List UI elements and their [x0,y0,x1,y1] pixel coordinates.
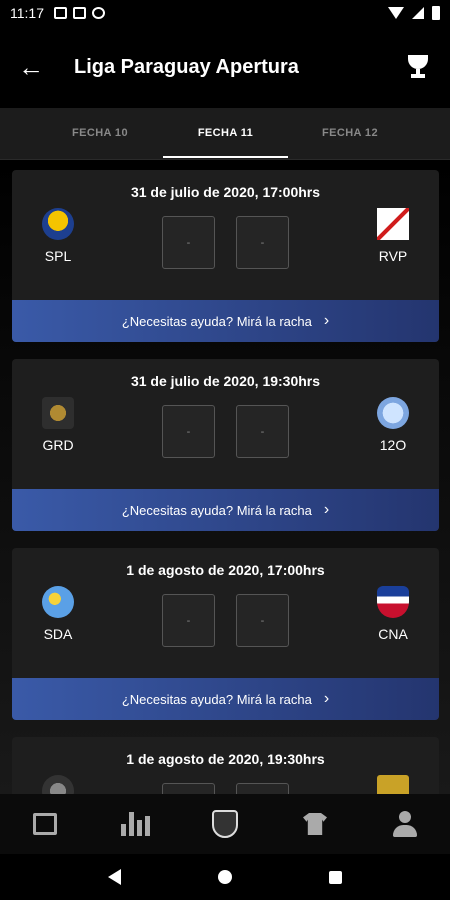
team-crest-icon [42,208,74,240]
team-crest-icon [42,397,74,429]
away-team[interactable]: RVP [363,208,423,264]
tab-label: FECHA 10 [72,127,128,139]
nav-profile[interactable] [385,804,425,844]
help-label: ¿Necesitas ayuda? Mirá la racha [121,691,312,707]
news-icon [33,813,57,835]
status-time: 11:17 [10,5,44,21]
away-score-input[interactable]: - [236,405,289,458]
home-team[interactable] [28,775,88,794]
system-recents-icon[interactable] [328,870,342,884]
nav-prode[interactable] [205,804,245,844]
team-crest-icon [377,208,409,240]
bottom-navigation [0,794,450,854]
match-card[interactable]: 1 de agosto de 2020, 19:30hrs [12,737,439,794]
team-abbr: 12O [379,437,407,453]
match-card[interactable]: 31 de julio de 2020, 19:30hrs GRD - - 12… [12,359,439,531]
home-score-input[interactable] [162,783,215,794]
stats-icon [120,812,150,836]
streak-help-button[interactable]: ¿Necesitas ayuda? Mirá la racha › [12,300,439,342]
match-date: 1 de agosto de 2020, 19:30hrs [126,751,325,767]
match-card[interactable]: 1 de agosto de 2020, 17:00hrs SDA - - CN… [12,548,439,720]
round-tabs: FECHA 10 FECHA 11 FECHA 12 [0,108,450,160]
match-date: 1 de agosto de 2020, 17:00hrs [126,562,325,578]
image-notification-icon [54,7,67,19]
back-arrow-icon[interactable]: ← [18,52,58,83]
home-team[interactable]: GRD [28,397,88,453]
away-score-input[interactable]: - [236,216,289,269]
prode-shield-icon [212,810,238,838]
team-abbr: RVP [378,248,408,264]
home-score-input[interactable]: - [162,405,215,458]
help-label: ¿Necesitas ayuda? Mirá la racha [121,502,312,518]
team-crest-icon [377,397,409,429]
sync-notification-icon [92,7,105,19]
tab-label: FECHA 11 [197,127,254,139]
home-team[interactable]: SDA [28,586,88,642]
tab-fecha-11[interactable]: FECHA 11 [163,108,288,158]
signal-icon [412,7,424,19]
chevron-right-icon: › [323,690,330,707]
nav-stats[interactable] [115,804,155,844]
sim-notification-icon [73,7,86,19]
trophy-icon[interactable] [404,53,432,81]
match-card[interactable]: 31 de julio de 2020, 17:00hrs SPL - - RV… [12,170,439,342]
away-team[interactable] [363,775,423,794]
team-abbr: CNA [378,626,408,642]
team-abbr: SDA [43,626,73,642]
team-crest-icon [377,775,409,794]
away-score-input[interactable] [236,783,289,794]
system-home-icon[interactable] [217,870,232,884]
home-score-input[interactable]: - [162,594,215,647]
battery-icon [432,6,440,20]
page-title: Liga Paraguay Apertura [74,55,299,78]
team-abbr: GRD [42,437,74,453]
profile-icon [393,811,417,837]
chevron-right-icon: › [323,312,330,329]
home-team[interactable]: SPL [28,208,88,264]
system-back-icon[interactable] [108,869,122,885]
active-tab-indicator [163,156,288,158]
nav-news[interactable] [25,804,65,844]
tab-fecha-12[interactable]: FECHA 12 [290,108,410,158]
system-navigation-bar [0,854,450,900]
matches-list[interactable]: 31 de julio de 2020, 17:00hrs SPL - - RV… [0,160,450,794]
wifi-icon [388,7,404,19]
nav-team[interactable] [295,804,335,844]
tab-fecha-10[interactable]: FECHA 10 [40,108,160,158]
match-date: 31 de julio de 2020, 19:30hrs [130,373,321,389]
help-label: ¿Necesitas ayuda? Mirá la racha [121,313,312,329]
away-score-input[interactable]: - [236,594,289,647]
team-abbr: SPL [44,248,72,264]
streak-help-button[interactable]: ¿Necesitas ayuda? Mirá la racha › [12,489,439,531]
home-score-input[interactable]: - [162,216,215,269]
status-bar: 11:17 [0,0,450,26]
match-date: 31 de julio de 2020, 17:00hrs [130,184,321,200]
shirt-icon [303,813,327,835]
tab-label: FECHA 12 [322,127,378,139]
team-crest-icon [42,586,74,618]
away-team[interactable]: 12O [363,397,423,453]
streak-help-button[interactable]: ¿Necesitas ayuda? Mirá la racha › [12,678,439,720]
team-crest-icon [377,586,409,618]
team-crest-icon [42,775,74,794]
app-bar: ← Liga Paraguay Apertura [0,26,450,108]
chevron-right-icon: › [323,501,330,518]
away-team[interactable]: CNA [363,586,423,642]
